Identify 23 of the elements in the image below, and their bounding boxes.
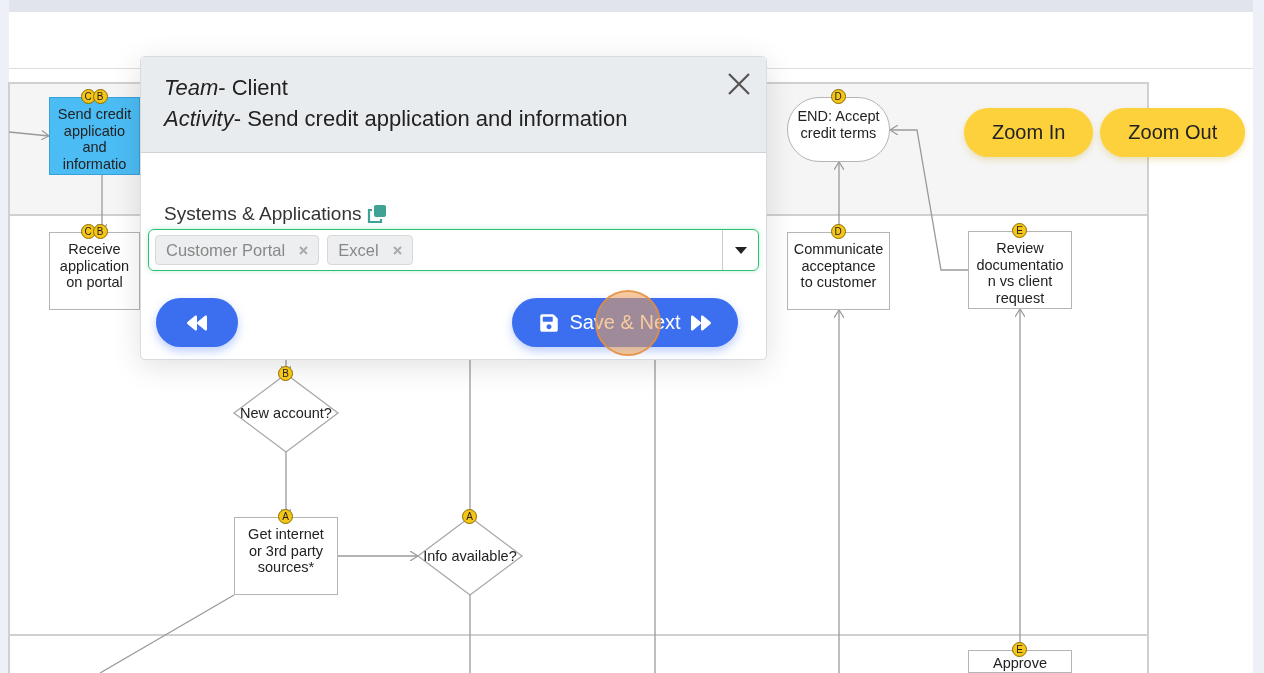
connector-arrow: [8, 129, 50, 141]
node-label: Receive application on portal: [59, 241, 130, 291]
node-label: Send credit applicatio and informatio: [57, 106, 132, 172]
save-icon: [539, 312, 560, 333]
zoom-button[interactable]: Zoom Out: [1100, 108, 1246, 157]
node-label: Approve: [993, 655, 1047, 672]
close-button[interactable]: [726, 71, 752, 97]
close-icon: [726, 71, 752, 97]
zoom-button[interactable]: Zoom In: [964, 108, 1094, 157]
decision-label: Info available?: [423, 547, 517, 565]
decision-label: New account?: [240, 404, 332, 422]
dialog-title: Team- Client: [164, 74, 288, 102]
node-label: END: Accept credit terms: [797, 108, 880, 141]
node-label: Review documentatio n vs client request: [976, 240, 1064, 306]
tag-label: Customer Portal: [166, 240, 286, 260]
copy-icon[interactable]: [367, 204, 388, 224]
dialog-title: Activity- Send credit application and information: [164, 105, 628, 133]
field-label: Systems & Applications: [164, 203, 362, 225]
node-label: Get internet or 3rd party sources*: [248, 526, 324, 576]
tag-label: Excel: [338, 240, 379, 260]
node-label: Communicate acceptance to customer: [793, 241, 884, 291]
caret-icon: [734, 246, 747, 254]
back-button[interactable]: [156, 298, 238, 347]
